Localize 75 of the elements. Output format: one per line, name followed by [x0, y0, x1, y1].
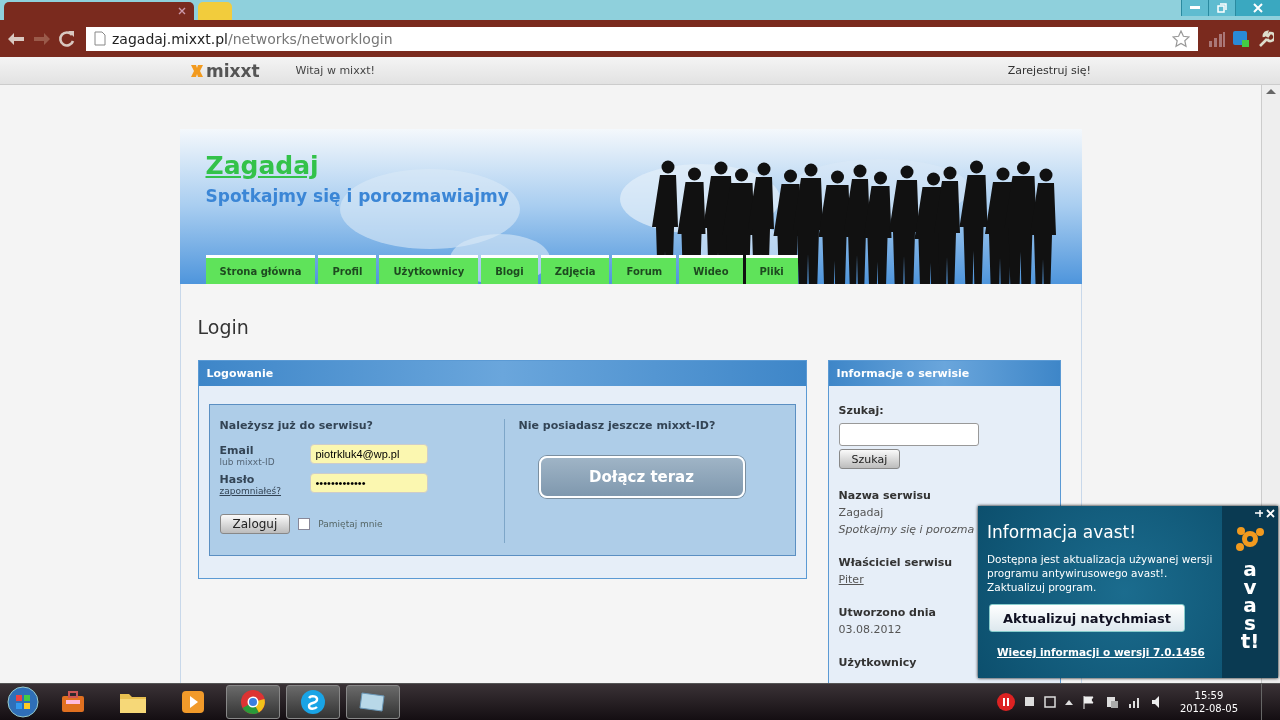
nav-tab[interactable]: Strona główna: [205, 255, 316, 284]
flag-icon[interactable]: [1081, 695, 1096, 709]
start-orb-icon[interactable]: [6, 685, 40, 719]
email-label: Email: [219, 444, 255, 457]
remember-label: Pamiętaj mnie: [318, 519, 383, 529]
search-field[interactable]: [838, 423, 979, 446]
info-label: Użytkownicy: [838, 656, 917, 669]
restore-button[interactable]: [1208, 0, 1235, 16]
toolbox-icon: [60, 689, 86, 715]
nav-tab[interactable]: Wideo: [679, 255, 743, 284]
up-arrow-icon[interactable]: [1064, 699, 1073, 705]
site-tagline: Spotkajmy się i porozmawiajmy: [205, 186, 510, 206]
stop-icon[interactable]: [1024, 697, 1035, 707]
address-bar[interactable]: zagadaj.mixxt.pl/networks/networklogin: [86, 26, 1198, 51]
panel-header: Informacje o serwisie: [828, 361, 1060, 386]
forgot-link[interactable]: zapomniałeś?: [219, 486, 310, 496]
minimize-icon: [1190, 6, 1200, 10]
pin-icon[interactable]: [1254, 509, 1263, 518]
minimize-button[interactable]: [1181, 0, 1208, 16]
nav-tab[interactable]: Blogi: [481, 255, 538, 284]
nav-tab[interactable]: Profil: [318, 255, 377, 284]
search-label: Szukaj:: [838, 404, 884, 417]
restore-icon: [1217, 3, 1227, 13]
taskbar-button[interactable]: [346, 685, 400, 719]
chat-icon: [300, 689, 326, 715]
signup-question: Nie posiadasz jeszcze mixxt-ID?: [518, 419, 717, 432]
notification-title: Informacja avast!: [987, 522, 1137, 542]
version-info-link[interactable]: Wiecej informacji o wersji 7.0.1456: [997, 646, 1214, 658]
play-icon: [181, 690, 205, 714]
password-field[interactable]: •••••••••••••: [309, 473, 428, 493]
nav-tab[interactable]: Użytkownicy: [379, 255, 479, 284]
reload-icon[interactable]: [58, 29, 76, 48]
owner-link[interactable]: Piter: [838, 573, 864, 586]
info-value: Spotkajmy się i porozma: [838, 523, 975, 536]
search-button[interactable]: Szukaj: [838, 449, 901, 469]
update-button[interactable]: Aktualizuj natychmiast: [989, 604, 1185, 632]
scroll-up-icon[interactable]: [1266, 88, 1276, 94]
taskbar-button[interactable]: [226, 685, 280, 719]
url-text: zagadaj.mixxt.pl/networks/networklogin: [112, 30, 393, 47]
password-label: Hasło: [219, 473, 256, 486]
bar-chart-icon[interactable]: [1208, 30, 1226, 47]
login-question: Należysz już do serwisu?: [219, 419, 374, 432]
info-label: Utworzono dnia: [838, 606, 937, 619]
page-icon: [94, 31, 106, 46]
star-icon[interactable]: [1172, 29, 1190, 48]
extension-icon[interactable]: [1232, 29, 1250, 48]
info-label: Nazwa serwisu: [838, 489, 931, 502]
login-button[interactable]: Zaloguj: [219, 514, 291, 534]
avast-logo-icon: [1235, 524, 1265, 554]
info-value: 03.08.2012: [838, 623, 902, 636]
remember-checkbox[interactable]: [298, 518, 311, 530]
close-button[interactable]: [1235, 0, 1280, 16]
info-value: Zagadaj: [838, 506, 884, 519]
nav-tab[interactable]: Forum: [612, 255, 677, 284]
mixxt-logo[interactable]: mixxt: [189, 60, 260, 81]
record-icon[interactable]: [995, 692, 1016, 712]
avast-brand-text: avast!: [1240, 560, 1260, 650]
info-label: Właściciel serwisu: [838, 556, 953, 569]
signal-icon[interactable]: [1127, 696, 1142, 708]
email-field[interactable]: piotrkluk4@wp.pl: [309, 444, 428, 464]
notification-text: Dostępna jest aktualizacja używanej wersji programu antywirusowego avast!. Zaktualizuj program.: [987, 552, 1214, 594]
window-icon: [359, 691, 387, 713]
network-icon[interactable]: [1104, 695, 1119, 709]
taskbar-button[interactable]: [286, 685, 340, 719]
browser-icon: [240, 689, 266, 715]
tray-window-icon[interactable]: [1043, 696, 1056, 708]
page-title: Login: [197, 316, 250, 338]
nav-tab[interactable]: Pliki: [745, 255, 798, 284]
nav-tab[interactable]: Zdjęcia: [540, 255, 610, 284]
close-icon: [1253, 3, 1263, 13]
panel-header: Logowanie: [198, 361, 806, 386]
register-link[interactable]: Zarejestruj się!: [1007, 64, 1091, 77]
welcome-text: Witaj w mixxt!: [295, 64, 375, 77]
clock[interactable]: 15:59 2012-08-05: [1173, 689, 1252, 715]
email-hint: lub mixxt-ID: [219, 457, 276, 467]
